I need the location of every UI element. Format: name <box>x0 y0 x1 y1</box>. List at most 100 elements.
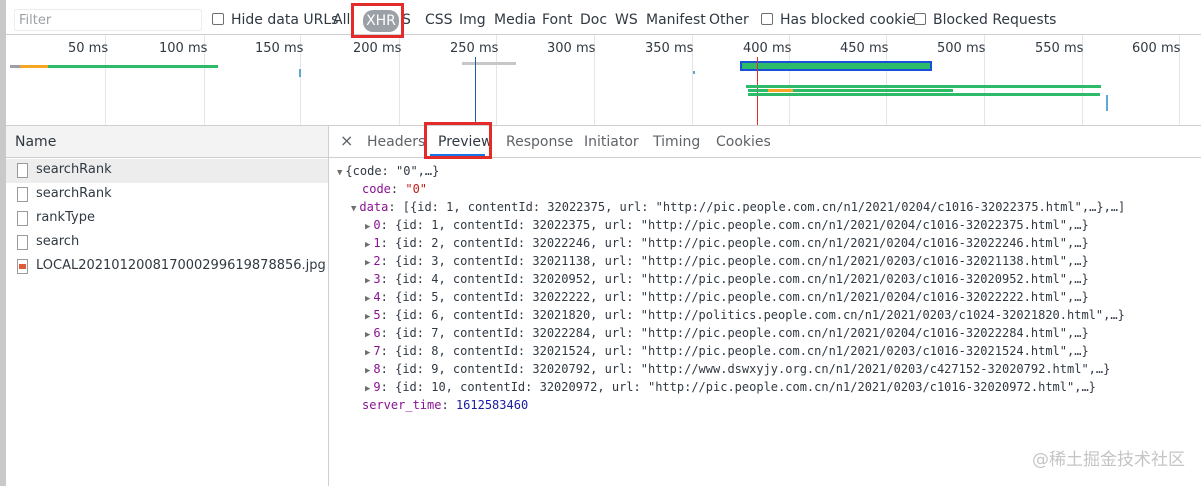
json-root-summary: {code: "0",…} <box>345 164 440 178</box>
preview-highlight-box <box>424 122 492 159</box>
name-column-label: Name <box>15 134 57 150</box>
request-row[interactable]: searchRank <box>6 183 328 207</box>
json-index: 7 <box>373 344 381 358</box>
type-img[interactable]: Img <box>459 11 486 29</box>
has-blocked-cookies-checkbox[interactable] <box>761 13 773 25</box>
blocked-requests-label: Blocked Requests <box>933 12 1057 28</box>
type-other[interactable]: Other <box>709 11 749 29</box>
json-array-item[interactable]: ▶ 5: {id: 6, contentId: 32021820, url: "h… <box>365 306 1125 326</box>
tick-label: 600 ms <box>1132 41 1181 56</box>
collapsed-triangle-icon: ▶ <box>365 348 371 358</box>
json-array-item[interactable]: ▶ 7: {id: 8, contentId: 32021524, url: "h… <box>365 342 1089 362</box>
filter-input[interactable]: Filter <box>14 9 202 31</box>
close-icon[interactable]: × <box>340 131 353 150</box>
waterfall-bar <box>299 69 301 77</box>
request-list-panel: Name searchRank searchRank rankType sear… <box>6 126 329 486</box>
json-index: 6 <box>373 326 381 340</box>
json-index: 4 <box>373 290 381 304</box>
type-font[interactable]: Font <box>542 11 572 29</box>
json-array-item[interactable]: ▶ 4: {id: 5, contentId: 32022222, url: "h… <box>365 288 1089 308</box>
json-array-item[interactable]: ▶ 6: {id: 7, contentId: 32022284, url: "h… <box>365 324 1089 344</box>
type-ws[interactable]: WS <box>615 11 638 29</box>
collapsed-triangle-icon: ▶ <box>365 276 371 286</box>
json-item-summary: {id: 1, contentId: 32022375, url: "http:… <box>395 218 1089 232</box>
tick-label: 400 ms <box>743 41 792 56</box>
collapsed-triangle-icon: ▶ <box>365 294 371 304</box>
json-index: 3 <box>373 272 381 286</box>
waterfall-bar <box>462 62 516 65</box>
name-column-header[interactable]: Name <box>6 126 328 158</box>
waterfall-bar <box>48 65 218 68</box>
blocked-requests-checkbox[interactable] <box>914 13 926 25</box>
has-blocked-cookies-label: Has blocked cookies <box>780 12 923 28</box>
json-index: 9 <box>373 380 381 394</box>
tick-label: 300 ms <box>547 41 596 56</box>
json-item-summary: {id: 10, contentId: 32020972, url: "http… <box>395 380 1096 394</box>
collapsed-triangle-icon: ▶ <box>365 312 371 322</box>
watermark: @稀土掘金技术社区 <box>1032 450 1185 470</box>
json-array-item[interactable]: ▶ 1: {id: 2, contentId: 32022246, url: "h… <box>365 234 1089 254</box>
json-key: code <box>362 182 391 196</box>
request-row[interactable]: searchRank <box>6 159 328 183</box>
file-icon <box>17 163 28 178</box>
file-icon <box>17 211 28 226</box>
request-detail-panel: × Headers Preview Response Initiator Tim… <box>329 126 1201 486</box>
request-row[interactable]: LOCAL20210120081700029961987885‌6.jpg <box>6 255 328 279</box>
json-item-summary: {id: 6, contentId: 32021820, url: "http:… <box>395 308 1125 322</box>
json-root[interactable]: ▼ {code: "0",…} <box>337 162 439 182</box>
json-item-summary: {id: 3, contentId: 32021138, url: "http:… <box>395 254 1089 268</box>
json-key: data <box>359 200 389 214</box>
collapsed-triangle-icon: ▶ <box>365 366 371 376</box>
collapsed-triangle-icon: ▶ <box>365 222 371 232</box>
tick-label: 500 ms <box>937 41 986 56</box>
request-name: search <box>36 234 80 249</box>
tick-label: 150 ms <box>255 41 304 56</box>
expanded-triangle-icon: ▼ <box>351 204 357 214</box>
file-icon <box>17 235 28 250</box>
tick-label: 450 ms <box>840 41 889 56</box>
tab-timing[interactable]: Timing <box>653 134 700 150</box>
json-index: 8 <box>373 362 381 376</box>
request-name: rankType <box>36 210 95 225</box>
network-overview[interactable]: 50 ms 100 ms 150 ms 200 ms 250 ms 300 ms… <box>6 35 1201 126</box>
tick-label: 350 ms <box>645 41 694 56</box>
type-manifest[interactable]: Manifest <box>646 11 706 29</box>
json-array-item[interactable]: ▶ 2: {id: 3, contentId: 32021138, url: "h… <box>365 252 1089 272</box>
json-server-time-field: server_time: 1612583460 <box>362 398 529 412</box>
hide-data-urls-label: Hide data URLs <box>231 12 339 28</box>
hide-data-urls-checkbox[interactable] <box>212 13 224 25</box>
json-item-summary: {id: 2, contentId: 32022246, url: "http:… <box>395 236 1089 250</box>
json-item-summary: {id: 5, contentId: 32022222, url: "http:… <box>395 290 1089 304</box>
json-index: 2 <box>373 254 381 268</box>
collapsed-triangle-icon: ▶ <box>365 330 371 340</box>
image-icon <box>17 259 28 274</box>
type-doc[interactable]: Doc <box>580 11 607 29</box>
type-css[interactable]: CSS <box>425 11 453 29</box>
request-row[interactable]: search <box>6 231 328 255</box>
request-name: LOCAL20210120081700029961987885‌6.jpg <box>36 258 326 273</box>
json-item-summary: {id: 9, contentId: 32020792, url: "http:… <box>395 362 1111 376</box>
json-key: server_time <box>362 398 442 412</box>
tab-headers[interactable]: Headers <box>367 134 425 150</box>
tab-initiator[interactable]: Initiator <box>584 134 639 150</box>
collapsed-triangle-icon: ▶ <box>365 384 371 394</box>
waterfall-bar <box>746 85 1101 88</box>
type-all[interactable]: All <box>333 11 350 29</box>
tab-response[interactable]: Response <box>506 134 573 150</box>
json-index: 5 <box>373 308 381 322</box>
tab-cookies[interactable]: Cookies <box>716 134 771 150</box>
json-array-item[interactable]: ▶ 3: {id: 4, contentId: 32020952, url: "h… <box>365 270 1089 290</box>
json-array-item[interactable]: ▶ 9: {id: 10, contentId: 32020972, url: "… <box>365 378 1096 398</box>
tick-label: 50 ms <box>68 41 109 56</box>
waterfall-bar <box>1106 95 1108 111</box>
xhr-highlight-box <box>351 3 404 38</box>
type-media[interactable]: Media <box>494 11 536 29</box>
json-data-field[interactable]: ▼ data: [{id: 1, contentId: 32022375, url… <box>351 198 1125 218</box>
waterfall-bar <box>20 65 48 68</box>
json-array-item[interactable]: ▶ 0: {id: 1, contentId: 32022375, url: "h… <box>365 216 1089 236</box>
tick-label: 550 ms <box>1035 41 1084 56</box>
request-row[interactable]: rankType <box>6 207 328 231</box>
json-array-item[interactable]: ▶ 8: {id: 9, contentId: 32020792, url: "h… <box>365 360 1110 380</box>
json-item-summary: {id: 8, contentId: 32021524, url: "http:… <box>395 344 1089 358</box>
waterfall-bar <box>768 89 793 92</box>
